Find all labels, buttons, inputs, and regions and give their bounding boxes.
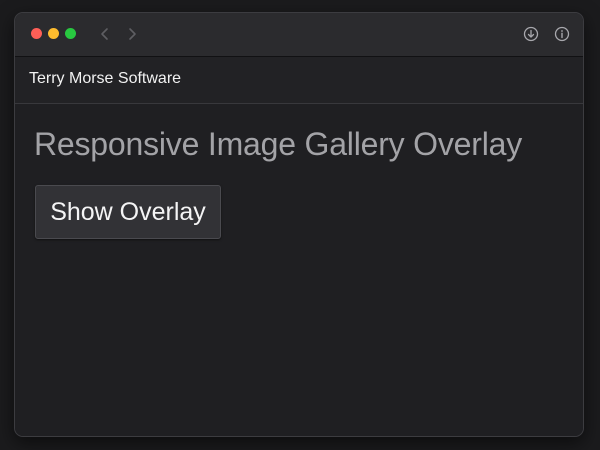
info-button[interactable] [552, 24, 572, 44]
show-overlay-button[interactable]: Show Overlay [35, 185, 221, 239]
downloads-button[interactable] [521, 24, 541, 44]
download-icon [523, 26, 539, 42]
close-window-button[interactable] [31, 28, 42, 39]
minimize-window-button[interactable] [48, 28, 59, 39]
back-button[interactable] [94, 23, 116, 45]
site-navbar: Terry Morse Software [15, 57, 583, 104]
brand-link[interactable]: Terry Morse Software [29, 70, 181, 88]
title-bar [15, 13, 583, 57]
forward-button[interactable] [121, 23, 143, 45]
browser-window: Terry Morse Software Responsive Image Ga… [14, 12, 584, 437]
info-icon [554, 26, 570, 42]
zoom-window-button[interactable] [65, 28, 76, 39]
chevron-right-icon [129, 28, 136, 40]
page-content: Responsive Image Gallery Overlay Show Ov… [15, 104, 583, 436]
page-title: Responsive Image Gallery Overlay [34, 126, 523, 162]
chevron-left-icon [101, 28, 108, 40]
